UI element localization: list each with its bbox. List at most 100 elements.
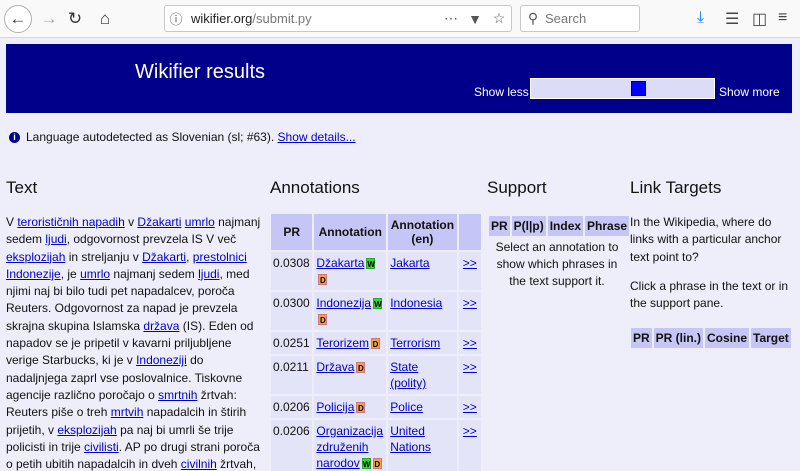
support-header-row: PR P(l|p) Index Phrase (489, 216, 630, 236)
site-info-icon[interactable]: ⓘ (165, 9, 187, 28)
annotation-pr: 0.0206 (271, 420, 313, 471)
col-header-pr[interactable]: PR (271, 214, 313, 250)
annotation-link[interactable]: Država (316, 360, 354, 374)
text-phrase-link[interactable]: Indonezije (6, 267, 61, 281)
dbpedia-badge[interactable]: D (371, 338, 381, 350)
heading-annotations: Annotations (270, 178, 360, 197)
text-phrase-link[interactable]: ljudi (198, 267, 219, 281)
show-support-link[interactable]: >> (463, 256, 477, 270)
text-segment: V (6, 215, 18, 229)
input-text: V terorističnih napadih v Džakarti umrlo… (6, 214, 264, 471)
annotation-link[interactable]: Terorizem (316, 336, 369, 350)
annotation-en-link[interactable]: Indonesia (390, 296, 442, 310)
text-segment: , (186, 249, 193, 264)
text-phrase-link[interactable]: smrtnih (158, 388, 197, 402)
annotation-go-cell: >> (458, 420, 481, 471)
dbpedia-badge[interactable]: D (372, 458, 382, 470)
support-hint: Select an annotation to show which phras… (495, 240, 619, 288)
bookmark-star-icon[interactable]: ☆ (487, 10, 511, 27)
annotation-en-link[interactable]: Police (390, 400, 423, 414)
text-phrase-link[interactable]: eksplozijah (6, 250, 65, 264)
annotation-go-cell: >> (458, 396, 481, 418)
link-targets-hint: Click a phrase in the text or in the sup… (630, 279, 789, 311)
show-support-link[interactable]: >> (463, 400, 477, 414)
annotation-cell: Organizacija združenih narodov W D (314, 420, 387, 471)
text-phrase-link[interactable]: prestolnici (193, 250, 247, 264)
annotation-en-link[interactable]: Jakarta (390, 256, 429, 270)
annotation-en-link[interactable]: Terrorism (390, 336, 440, 350)
slider-thumb[interactable] (631, 81, 646, 96)
results-header: Wikifier results Show less Show more (6, 44, 792, 113)
text-phrase-link[interactable]: Džakarti (137, 215, 181, 229)
search-input[interactable]: ⚲ Search (520, 5, 640, 32)
annotation-link[interactable]: Indonezija (316, 296, 371, 310)
text-phrase-link[interactable]: umrlo (80, 267, 110, 281)
detail-slider[interactable] (530, 78, 715, 99)
annotation-pr: 0.0251 (271, 332, 313, 354)
text-phrase-link[interactable]: civilisti (84, 440, 119, 454)
text-phrase-link[interactable]: država (143, 319, 179, 333)
show-support-link[interactable]: >> (463, 360, 477, 374)
annotation-pr: 0.0308 (271, 252, 313, 290)
forward-arrow-icon[interactable]: → (35, 5, 63, 33)
text-phrase-link[interactable]: mrtvih (111, 405, 144, 419)
annotation-pr: 0.0206 (271, 396, 313, 418)
text-phrase-link[interactable]: umrlo (185, 215, 215, 229)
heading-text: Text (6, 178, 38, 197)
pocket-icon[interactable]: ▼ (463, 11, 487, 27)
dbpedia-badge[interactable]: D (356, 362, 366, 374)
sidebar-icon[interactable]: ◫ (752, 9, 767, 29)
text-phrase-link[interactable]: Džakarti (142, 250, 186, 264)
dbpedia-badge[interactable]: D (318, 314, 328, 326)
url-text[interactable]: wikifier.org/submit.py (187, 11, 439, 26)
targets-col-pr-lin: PR (lin.) (653, 328, 703, 348)
annotation-en-link[interactable]: State (polity) (390, 360, 426, 390)
info-icon: i (9, 131, 20, 143)
show-support-link[interactable]: >> (463, 424, 477, 438)
annotations-table: PR Annotation Annotation (en) 0.0308 Džak… (269, 212, 483, 471)
address-bar[interactable]: ⓘ wikifier.org/submit.py ⋯ ▼ ☆ (164, 5, 512, 32)
dbpedia-badge[interactable]: D (356, 402, 366, 414)
wikidata-badge[interactable]: W (361, 458, 371, 470)
col-header-annotation[interactable]: Annotation (314, 214, 387, 250)
wikidata-badge[interactable]: W (366, 258, 376, 270)
library-icon[interactable]: ☰ (725, 9, 739, 29)
show-support-link[interactable]: >> (463, 296, 477, 310)
back-arrow-icon[interactable]: ← (4, 5, 32, 33)
language-notice: i Language autodetected as Slovenian (sl… (9, 130, 356, 144)
page-actions-icon[interactable]: ⋯ (439, 10, 463, 27)
annotation-en-link[interactable]: United Nations (390, 424, 431, 454)
text-segment: , je (60, 266, 81, 281)
text-phrase-link[interactable]: terorističnih napadih (17, 215, 124, 229)
wikidata-badge[interactable]: W (373, 298, 383, 310)
reload-icon[interactable]: ↻ (61, 5, 89, 33)
download-icon[interactable]: ⤓ (697, 9, 704, 27)
annotation-en-cell: Police (388, 396, 457, 418)
menu-icon[interactable]: ≡ (778, 9, 787, 27)
annotation-row: 0.0206 Policija D Police >> (271, 396, 481, 418)
text-phrase-link[interactable]: eksplozijah (57, 423, 116, 437)
link-targets-table: PR PR (lin.) Cosine Target (629, 326, 793, 350)
dbpedia-badge[interactable]: D (318, 274, 328, 286)
annotation-cell: Policija D (314, 396, 387, 418)
page-title: Wikifier results (135, 61, 266, 83)
text-phrase-link[interactable]: civilnih (181, 457, 217, 471)
support-col-phrase: Phrase (585, 216, 630, 236)
show-support-link[interactable]: >> (463, 336, 477, 350)
annotation-link[interactable]: Džakarta (316, 256, 364, 270)
col-header-annotation-en[interactable]: Annotation (en) (388, 214, 457, 250)
home-icon[interactable]: ⌂ (91, 5, 119, 33)
text-phrase-link[interactable]: Indoneziji (136, 353, 187, 367)
annotation-en-cell: State (polity) (388, 356, 457, 394)
show-more-label: Show more (719, 85, 780, 99)
annotation-link[interactable]: Policija (316, 400, 354, 414)
targets-col-pr: PR (631, 328, 652, 348)
support-table: PR P(l|p) Index Phrase (487, 214, 631, 238)
support-col-pr: PR (489, 216, 510, 236)
annotation-pr: 0.0300 (271, 292, 313, 330)
show-details-link[interactable]: Show details... (278, 130, 356, 144)
annotation-go-cell: >> (458, 356, 481, 394)
support-col-index: Index (547, 216, 584, 236)
text-phrase-link[interactable]: ljudi (45, 232, 66, 246)
annotation-row: 0.0308 Džakarta W D Jakarta >> (271, 252, 481, 290)
